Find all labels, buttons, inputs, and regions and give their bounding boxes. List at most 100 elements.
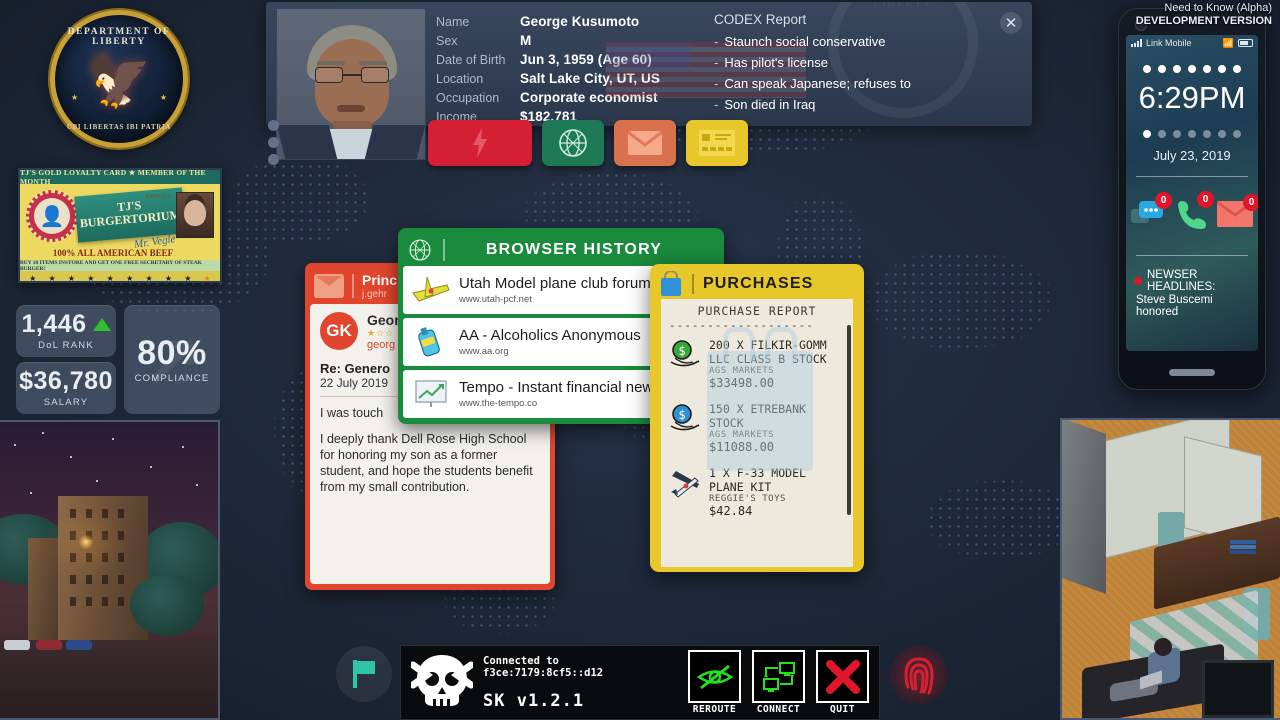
dev-banner-line-2: DEVELOPMENT VERSION [1135,15,1272,27]
field-row: Location Salt Lake City, UT, US [436,71,706,90]
field-row: Occupation Corporate economist [436,90,706,109]
field-key: Date of Birth [436,53,506,67]
phone-app-row: 0 0 0 [1126,190,1258,242]
compliance-widget[interactable]: ↗ 80% COMPLIANCE [124,305,220,414]
power-tile[interactable] [428,120,532,166]
field-key: Location [436,72,484,86]
tool-version: SK v1.2.1 [483,690,585,711]
loyalty-card[interactable]: TJ'S GOLD LOYALTY CARD ★ MEMBER OF THE M… [18,168,222,283]
eyeglasses-icon [315,67,389,83]
messages-app[interactable]: 0 [1131,191,1172,234]
field-key: Sex [436,34,458,48]
stamp-icon: ★ [67,273,76,283]
salary-label: SALARY [43,396,89,408]
codex-item-text: Can speak Japanese; refuses to [724,76,911,91]
eye-slash-icon [696,664,733,689]
phone-news-ticker[interactable]: NEWSER HEADLINES: Steve Buscemi honored [1126,269,1258,318]
flag-button[interactable] [336,646,392,702]
purchases-panel[interactable]: PURCHASES PURCHASE REPORT --------------… [650,264,864,572]
live-dot-icon [1134,277,1142,285]
field-row: Name George Kusumoto [436,14,706,33]
reroute-label: REROUTE [692,704,737,715]
phone-app[interactable]: 0 [1175,190,1214,235]
purchase-receipt: PURCHASE REPORT ------------------- $ 20… [661,299,853,567]
history-item-url: www.the-tempo.co [459,397,538,409]
fingerprint-button[interactable] [890,646,948,704]
salary-widget[interactable]: $36,780 SALARY [16,362,116,414]
receipt-scrollbar[interactable] [847,325,851,515]
fingerprint-icon [904,657,934,695]
connect-label: CONNECT [756,704,801,715]
phone-date: July 23, 2019 [1153,148,1231,163]
bag-watermark-icon [707,327,813,471]
eagle-icon: 🦅 [86,52,152,110]
email-paragraph: I deeply thank Dell Rose High School for… [320,432,533,494]
phone-screen[interactable]: Link Mobile 📶 6:29PM July 23, 2019 0 0 0… [1126,35,1258,351]
mail-badge: 0 [1243,193,1258,211]
email-panel-subtitle: j.gehr [362,288,388,300]
field-value: Jun 3, 1959 (Age 60) [520,52,652,67]
department-seal: DEPARTMENT OF LIBERTY 🦅 ★ ★ UBI LIBERTAS… [50,10,188,148]
mail-app[interactable]: 0 [1216,193,1258,232]
network-icon [762,661,795,692]
money-hand-green-icon: $ [669,338,703,390]
svg-text:$: $ [678,408,685,422]
apartment-scene [1060,418,1280,720]
seal-bottom-text: UBI LIBERTAS IBI PATRIA [66,123,172,131]
model-plane-icon [669,466,703,518]
history-item-title: Utah Model plane club forum [459,274,651,292]
stamp-icon: ★ [145,273,153,283]
phone-top-dots [1126,65,1258,73]
dol-rank-widget[interactable]: 1,446 DoL RANK [16,305,116,357]
history-item-url: www.utah-pcf.net [459,293,532,305]
reroute-button[interactable]: REROUTE [688,650,741,715]
codex-title: CODEX Report [714,12,807,27]
connect-button[interactable]: CONNECT [752,650,805,715]
codex-item: - Can speak Japanese; refuses to [714,76,911,91]
bottle-icon [418,327,440,357]
avatar: GK [320,312,358,350]
mobile-phone[interactable]: Link Mobile 📶 6:29PM July 23, 2019 0 0 0… [1118,8,1266,390]
purchase-price: $42.84 [709,504,753,518]
president-medallion-icon: 👤 [26,190,78,242]
seal-star-left-icon: ★ [71,93,79,102]
purchases-tile[interactable] [686,120,748,166]
email-tile[interactable] [614,120,676,166]
codex-item-text: Staunch social conservative [724,34,886,49]
street-lamp-icon [78,534,94,550]
city-street-photo [0,420,220,720]
quit-label: QUIT [830,704,855,715]
shopping-bag-icon [661,271,681,296]
salary-value: $36,780 [19,366,113,395]
compliance-label: COMPLIANCE [134,372,210,384]
phone-status-bar: Link Mobile 📶 [1126,35,1258,51]
receipt-title: PURCHASE REPORT [697,304,817,318]
field-value: Salt Lake City, UT, US [520,71,660,86]
svg-text:$: $ [678,344,685,358]
loyalty-expires-label: EXPIRES [146,194,170,200]
sender-rating-stars: ★☆☆ [367,328,395,338]
x-icon [825,659,860,694]
browser-tile[interactable] [542,120,604,166]
flag-icon [353,660,375,688]
codex-item-text: Has pilot's license [724,55,828,70]
stamp-icon: ★ [126,273,134,283]
seal-star-right-icon: ★ [159,93,167,102]
dol-rank-label: DoL RANK [38,339,94,351]
chart-icon [415,380,447,407]
loyalty-tagline: 100% ALL AMERICAN BEEF [52,248,174,258]
money-hand-blue-icon: $ [669,402,703,454]
browser-panel-header: BROWSER HISTORY [403,233,719,266]
stamp-icon: ★ [106,273,114,283]
quit-button[interactable]: QUIT [816,650,869,715]
battery-icon [1238,39,1253,47]
connected-address: f3ce:7179:8cf5::d12 [483,666,604,679]
lightning-icon [473,128,487,158]
seal-top-text: DEPARTMENT OF LIBERTY [67,27,171,47]
codex-item: - Son died in Iraq [714,97,816,112]
phone-home-button[interactable] [1169,369,1215,376]
wifi-icon: 📶 [1222,37,1234,48]
dev-version-banner: Need to Know (Alpha) DEVELOPMENT VERSION [1136,2,1272,28]
connected-label: Connected to [483,654,559,667]
close-icon[interactable]: ✕ [1000,12,1022,34]
